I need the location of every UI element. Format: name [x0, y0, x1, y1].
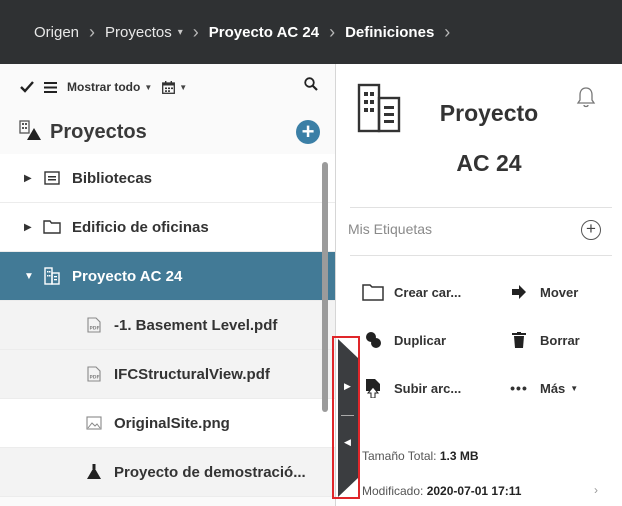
building-large-icon: [356, 82, 402, 139]
modified-value: 2020-07-01 17:11: [426, 484, 522, 498]
tree-toolbar: Mostrar todo ▼ ▼: [0, 64, 335, 110]
divider: [350, 255, 612, 256]
folder-icon: [362, 282, 384, 302]
project-tree-panel: Mostrar todo ▼ ▼ Proyectos + ▶ Bibliotec…: [0, 64, 336, 506]
list-menu-icon[interactable]: [44, 81, 57, 93]
tree-item-label: -1. Basement Level.pdf: [114, 316, 278, 334]
collapse-arrow-icon[interactable]: ▼: [24, 271, 42, 282]
pdf-file-icon: PDF: [84, 365, 104, 383]
tree-item-proyecto-ac24[interactable]: ▼ Proyecto AC 24: [0, 252, 335, 301]
calendar-icon: [162, 80, 176, 94]
tree-item-label: Proyecto de demostració...: [114, 463, 306, 481]
more-button[interactable]: ••• Más ▼: [508, 378, 578, 398]
more-label: Más: [540, 380, 566, 396]
total-size: Tamaño Total: 1.3 MB: [362, 449, 479, 463]
size-label: Tamaño Total:: [362, 449, 440, 463]
tree-item-edificio-oficinas[interactable]: ▶ Edificio de oficinas: [0, 203, 335, 252]
demo-project-icon: [84, 463, 104, 481]
breadcrumb-proyecto-ac24[interactable]: Proyecto AC 24: [209, 24, 319, 41]
tree-item-label: Edificio de oficinas: [72, 218, 209, 236]
tags-label: Mis Etiquetas: [348, 221, 433, 237]
chevron-right-icon[interactable]: ›: [594, 483, 598, 497]
add-project-button[interactable]: +: [296, 120, 320, 144]
breadcrumb-origen[interactable]: Origen: [34, 24, 79, 41]
project-title: Proyecto AC 24: [439, 100, 539, 176]
bell-icon[interactable]: [576, 86, 596, 113]
caret-down-icon[interactable]: ▾: [178, 27, 183, 38]
tree-item-ifc-pdf[interactable]: PDF IFCStructuralView.pdf: [0, 350, 335, 399]
tree-item-label: OriginalSite.png: [114, 414, 230, 432]
folder-icon: [42, 218, 62, 236]
building-icon: [42, 267, 62, 285]
highlight-frame: [332, 336, 360, 499]
upload-file-button[interactable]: Subir arc...: [362, 378, 461, 398]
delete-label: Borrar: [540, 332, 580, 348]
projects-title: Proyectos: [50, 120, 147, 143]
breadcrumb: Origen › Proyectos ▾ › Proyecto AC 24 › …: [0, 0, 622, 64]
expand-arrow-icon[interactable]: ▶: [24, 222, 42, 233]
caret-down-icon: ▼: [179, 82, 188, 92]
modified-date: Modificado: 2020-07-01 17:11: [362, 484, 521, 498]
pdf-file-icon: PDF: [84, 316, 104, 334]
tree-item-originalsite-png[interactable]: OriginalSite.png: [0, 399, 335, 448]
tree-item-proyecto-demo[interactable]: Proyecto de demostració...: [0, 448, 335, 497]
upload-icon: [362, 378, 384, 398]
caret-down-icon: ▼: [144, 82, 153, 92]
trash-icon: [508, 330, 530, 350]
calendar-dropdown[interactable]: ▼: [162, 80, 188, 94]
image-file-icon: [84, 414, 104, 432]
move-label: Mover: [540, 284, 579, 300]
move-button[interactable]: Mover: [508, 282, 578, 302]
chevron-right-icon: ›: [444, 22, 451, 42]
svg-text:PDF: PDF: [90, 326, 100, 332]
more-dots-icon: •••: [510, 380, 528, 396]
breadcrumb-proyectos[interactable]: Proyectos: [105, 24, 172, 41]
chevron-right-icon: ›: [329, 22, 336, 42]
projects-header: Proyectos +: [0, 110, 335, 154]
tree-scrollbar[interactable]: [322, 162, 328, 412]
tree-item-label: IFCStructuralView.pdf: [114, 365, 270, 383]
duplicate-button[interactable]: Duplicar: [362, 330, 446, 350]
size-value: 1.3 MB: [439, 449, 479, 463]
create-folder-button[interactable]: Crear car...: [362, 282, 461, 302]
check-icon[interactable]: [20, 81, 34, 93]
duplicate-icon: [362, 330, 384, 350]
svg-text:PDF: PDF: [90, 375, 100, 381]
delete-button[interactable]: Borrar: [508, 330, 580, 350]
divider: [350, 207, 612, 208]
tree-item-label: Bibliotecas: [72, 169, 153, 187]
show-all-label: Mostrar todo: [67, 80, 141, 94]
chevron-right-icon: ›: [192, 22, 199, 42]
search-icon[interactable]: [304, 77, 318, 96]
tree-item-basement-pdf[interactable]: PDF -1. Basement Level.pdf: [0, 301, 335, 350]
tree-item-label: Proyecto AC 24: [72, 267, 183, 285]
caret-down-icon: ▼: [570, 383, 579, 393]
arrow-right-icon: [508, 282, 530, 302]
add-tag-button[interactable]: +: [581, 220, 601, 240]
modified-label: Modificado:: [362, 484, 427, 498]
show-all-dropdown[interactable]: Mostrar todo ▼: [67, 80, 152, 94]
projects-icon: [18, 119, 42, 146]
create-folder-label: Crear car...: [394, 284, 462, 300]
breadcrumb-definiciones[interactable]: Definiciones: [345, 24, 434, 41]
duplicate-label: Duplicar: [394, 332, 447, 348]
expand-arrow-icon[interactable]: ▶: [24, 173, 42, 184]
library-icon: [42, 169, 62, 187]
tree-item-bibliotecas[interactable]: ▶ Bibliotecas: [0, 154, 335, 203]
chevron-right-icon: ›: [89, 22, 96, 42]
upload-label: Subir arc...: [394, 380, 462, 396]
